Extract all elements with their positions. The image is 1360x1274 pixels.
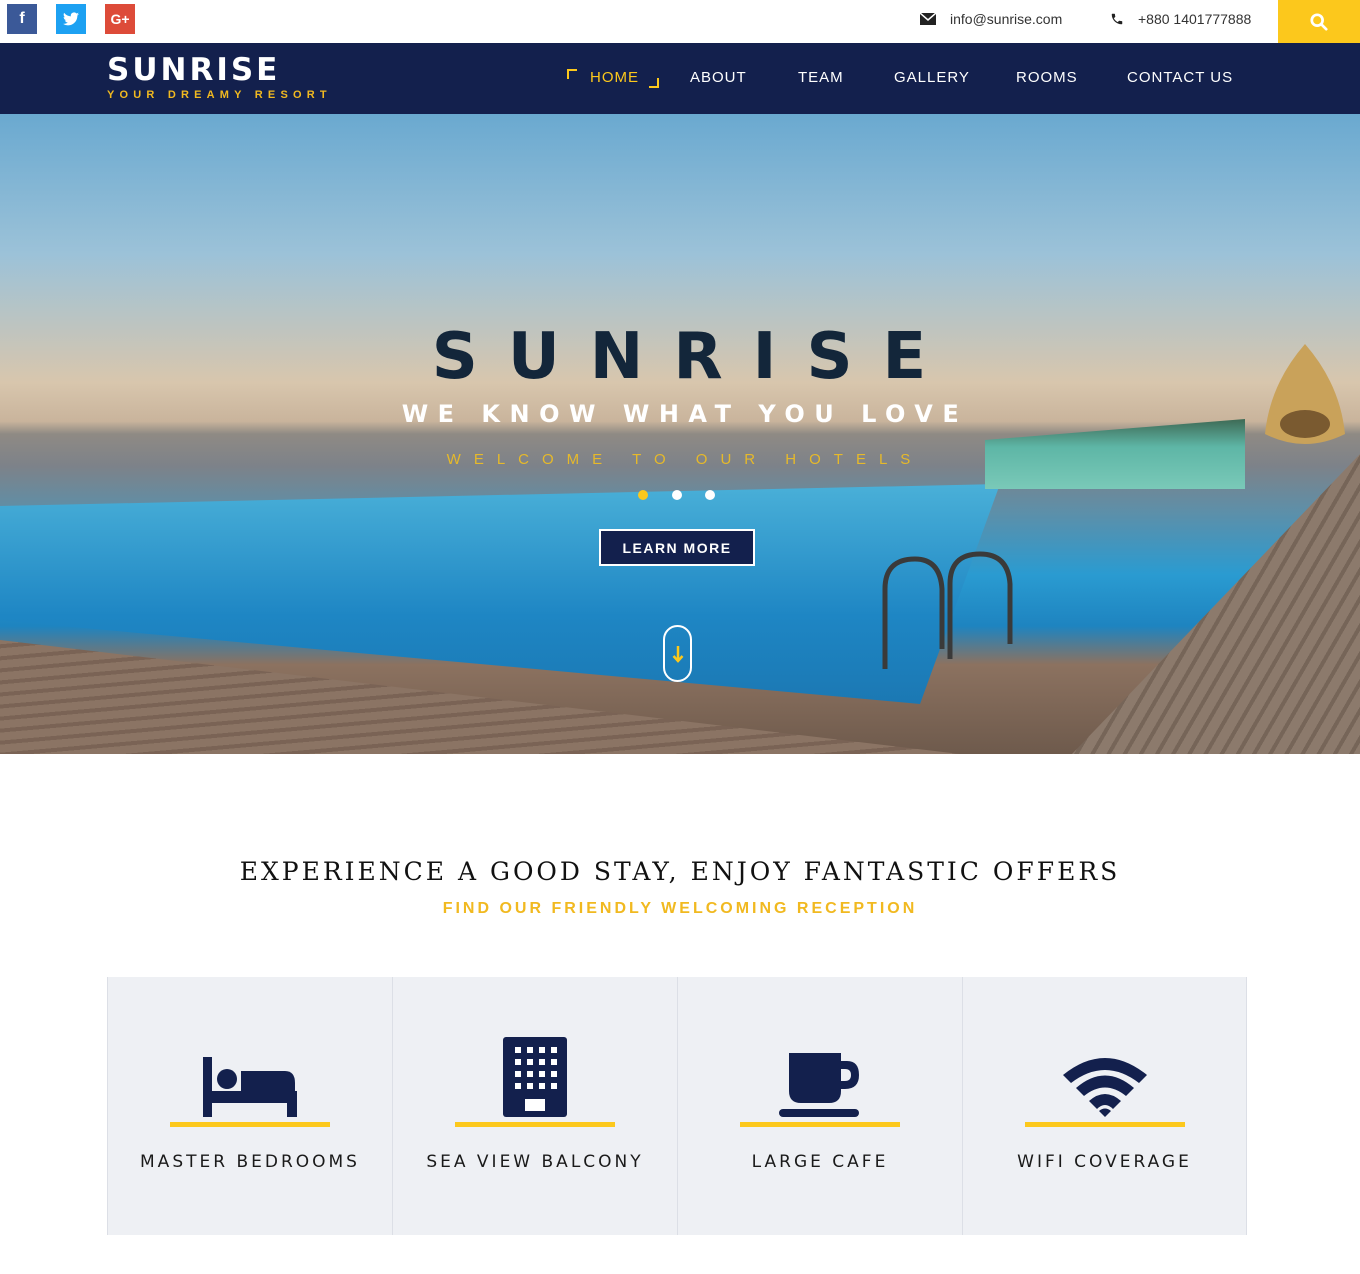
search-icon	[1310, 12, 1328, 31]
feature-sea-view-balcony[interactable]: SEA VIEW BALCONY	[392, 977, 677, 1235]
brand-name: SUNRISE	[107, 52, 281, 88]
hero-slider: SUNRISE WE KNOW WHAT YOU LOVE WELCOME TO…	[0, 114, 1360, 754]
main-navbar: SUNRISE YOUR DREAMY RESORT HOME ABOUT TE…	[0, 43, 1360, 114]
wifi-icon	[1062, 1058, 1147, 1117]
top-bar: f G+ info@sunrise.com +880 1401777888	[0, 0, 1360, 43]
brand-tagline: YOUR DREAMY RESORT	[107, 89, 332, 101]
nav-team[interactable]: TEAM	[798, 69, 844, 86]
feature-underline	[170, 1122, 330, 1127]
feature-large-cafe[interactable]: LARGE CAFE	[677, 977, 962, 1235]
brand-logo[interactable]: SUNRISE YOUR DREAMY RESORT	[107, 53, 332, 101]
coffee-cup-icon	[779, 1053, 859, 1117]
bed-icon	[203, 1057, 297, 1117]
feature-underline	[455, 1122, 615, 1127]
nav-about[interactable]: ABOUT	[690, 69, 747, 86]
offers-title: EXPERIENCE A GOOD STAY, ENJOY FANTASTIC …	[239, 857, 1121, 886]
feature-label: MASTER BEDROOMS	[140, 1152, 360, 1172]
feature-underline	[740, 1122, 900, 1127]
offers-subtitle: FIND OUR FRIENDLY WELCOMING RECEPTION	[442, 900, 918, 917]
slide-dot-3[interactable]	[705, 490, 715, 500]
learn-more-button[interactable]: LEARN MORE	[599, 529, 755, 566]
phone-icon	[1111, 13, 1123, 25]
active-bracket-top-left	[567, 69, 577, 79]
google-plus-icon[interactable]: G+	[105, 4, 135, 34]
feature-underline	[1025, 1122, 1185, 1127]
building-icon	[503, 1037, 567, 1117]
feature-label: SEA VIEW BALCONY	[426, 1152, 644, 1172]
feature-label: LARGE CAFE	[751, 1152, 889, 1172]
phone-text: +880 1401777888	[1138, 11, 1252, 27]
pool-ladder-image	[882, 551, 1013, 669]
features-grid: MASTER BEDROOMS SEA VIEW BALCONY LARGE C…	[107, 977, 1247, 1235]
scroll-down-button[interactable]	[663, 625, 692, 682]
email-text: info@sunrise.com	[950, 11, 1063, 27]
twitter-icon[interactable]	[56, 4, 86, 34]
email-contact[interactable]: info@sunrise.com	[920, 11, 1062, 27]
feature-wifi-coverage[interactable]: WIFI COVERAGE	[962, 977, 1247, 1235]
feature-master-bedrooms[interactable]: MASTER BEDROOMS	[107, 977, 392, 1235]
nav-rooms[interactable]: ROOMS	[1016, 69, 1078, 86]
facebook-icon[interactable]: f	[7, 4, 37, 34]
hero-subtitle: WE KNOW WHAT YOU LOVE	[401, 400, 969, 428]
envelope-icon	[920, 13, 936, 25]
search-button[interactable]	[1278, 0, 1360, 43]
hero-title: SUNRISE	[431, 320, 957, 394]
phone-contact[interactable]: +880 1401777888	[1110, 11, 1251, 27]
slide-dot-1[interactable]	[638, 490, 648, 500]
hero-welcome: WELCOME TO OUR HOTELS	[446, 451, 924, 468]
slide-dot-2[interactable]	[672, 490, 682, 500]
nav-contact-us[interactable]: CONTACT US	[1127, 69, 1233, 86]
feature-label: WIFI COVERAGE	[1017, 1152, 1192, 1172]
active-bracket-bottom-right	[649, 78, 659, 88]
arrow-down-icon	[672, 645, 683, 663]
nav-gallery[interactable]: GALLERY	[894, 69, 970, 86]
nav-home[interactable]: HOME	[590, 69, 639, 86]
